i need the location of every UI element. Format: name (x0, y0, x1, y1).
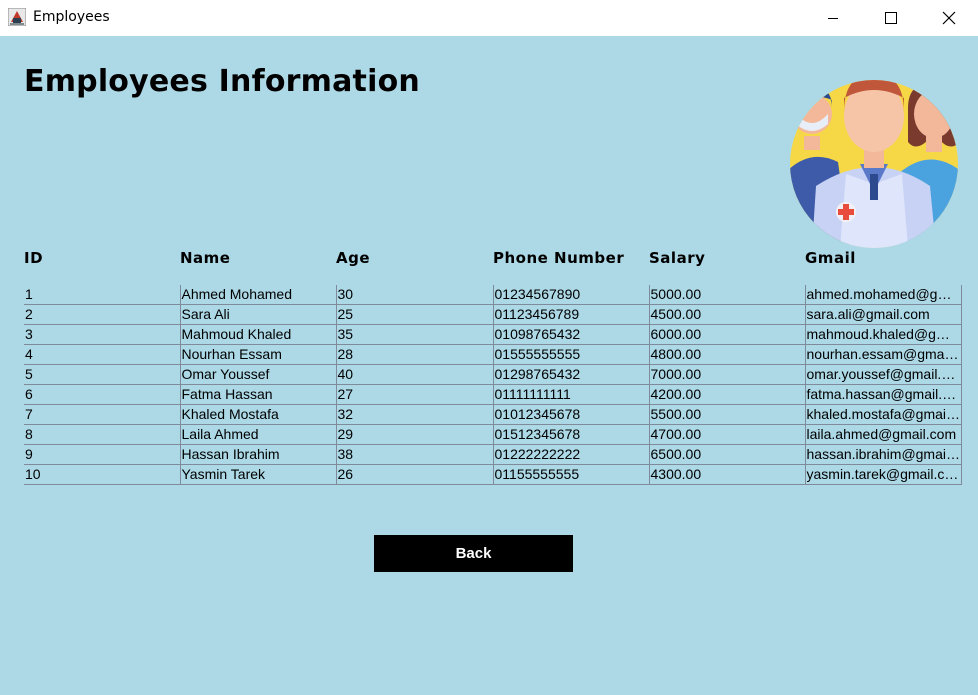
medical-staff-illustration (790, 80, 958, 248)
column-header-age: Age (336, 249, 371, 267)
cell-age[interactable]: 25 (336, 304, 494, 325)
close-icon (942, 11, 956, 25)
cell-salary[interactable]: 5000.00 (649, 285, 806, 305)
cell-gmail[interactable]: mahmoud.khaled@gmail.com (805, 324, 962, 345)
employees-table: 1 Ahmed Mohamed 30 01234567890 5000.00 ahmed.… (24, 285, 962, 485)
column-header-salary: Salary (649, 249, 706, 267)
minimize-icon (828, 18, 838, 19)
column-header-name: Name (180, 249, 231, 267)
cell-id[interactable]: 1 (24, 285, 181, 305)
cell-salary[interactable]: 4300.00 (649, 464, 806, 485)
cell-salary[interactable]: 6000.00 (649, 324, 806, 345)
table-row[interactable]: 4 Nourhan Essam 28 01555555555 4800.00 nourha… (24, 344, 962, 365)
cell-age[interactable]: 26 (336, 464, 494, 485)
cell-phone[interactable]: 01012345678 (493, 404, 650, 425)
cell-salary[interactable]: 4800.00 (649, 344, 806, 365)
cell-age[interactable]: 30 (336, 285, 494, 305)
cell-gmail[interactable]: sara.ali@gmail.com (805, 304, 962, 325)
cell-gmail[interactable]: yasmin.tarek@gmail.com (805, 464, 962, 485)
cell-phone[interactable]: 01155555555 (493, 464, 650, 485)
cell-name[interactable]: Mahmoud Khaled (180, 324, 337, 345)
cell-name[interactable]: Hassan Ibrahim (180, 444, 337, 465)
cell-phone[interactable]: 01098765432 (493, 324, 650, 345)
cell-salary[interactable]: 7000.00 (649, 364, 806, 385)
cell-salary[interactable]: 4500.00 (649, 304, 806, 325)
cell-salary[interactable]: 4200.00 (649, 384, 806, 405)
cell-id[interactable]: 9 (24, 444, 181, 465)
cell-age[interactable]: 29 (336, 424, 494, 445)
table-row[interactable]: 6 Fatma Hassan 27 01111111111 4200.00 fatma.h… (24, 384, 962, 405)
cell-id[interactable]: 2 (24, 304, 181, 325)
cell-id[interactable]: 4 (24, 344, 181, 365)
cell-salary[interactable]: 4700.00 (649, 424, 806, 445)
cell-id[interactable]: 3 (24, 324, 181, 345)
back-button[interactable]: Back (374, 535, 573, 572)
table-row[interactable]: 2 Sara Ali 25 01123456789 4500.00 sara.ali@gm… (24, 304, 962, 325)
cell-age[interactable]: 32 (336, 404, 494, 425)
cell-id[interactable]: 5 (24, 364, 181, 385)
cell-age[interactable]: 40 (336, 364, 494, 385)
close-button[interactable] (920, 0, 978, 36)
cell-gmail[interactable]: khaled.mostafa@gmail.com (805, 404, 962, 425)
java-app-icon (8, 8, 26, 26)
cell-phone[interactable]: 01512345678 (493, 424, 650, 445)
column-header-phone: Phone Number (493, 249, 625, 267)
cell-name[interactable]: Nourhan Essam (180, 344, 337, 365)
cell-phone[interactable]: 01123456789 (493, 304, 650, 325)
cell-name[interactable]: Fatma Hassan (180, 384, 337, 405)
cell-gmail[interactable]: nourhan.essam@gmail.com (805, 344, 962, 365)
table-row[interactable]: 9 Hassan Ibrahim 38 01222222222 6500.00 hassa… (24, 444, 962, 465)
main-panel: Employees Information ID Name Age Phone … (0, 36, 978, 695)
table-row[interactable]: 1 Ahmed Mohamed 30 01234567890 5000.00 ahmed.… (24, 285, 962, 305)
page-title: Employees Information (24, 64, 420, 99)
cell-phone[interactable]: 01298765432 (493, 364, 650, 385)
cell-salary[interactable]: 6500.00 (649, 444, 806, 465)
cell-phone[interactable]: 01555555555 (493, 344, 650, 365)
cell-age[interactable]: 27 (336, 384, 494, 405)
cell-name[interactable]: Laila Ahmed (180, 424, 337, 445)
cell-gmail[interactable]: ahmed.mohamed@gmail.com (805, 285, 962, 305)
cell-gmail[interactable]: laila.ahmed@gmail.com (805, 424, 962, 445)
maximize-icon (885, 12, 897, 24)
cell-id[interactable]: 10 (24, 464, 181, 485)
cell-age[interactable]: 35 (336, 324, 494, 345)
table-row[interactable]: 3 Mahmoud Khaled 35 01098765432 6000.00 mahmo… (24, 324, 962, 345)
maximize-button[interactable] (862, 0, 920, 36)
table-row[interactable]: 10 Yasmin Tarek 26 01155555555 4300.00 yasmin… (24, 464, 962, 485)
cell-id[interactable]: 6 (24, 384, 181, 405)
table-row[interactable]: 8 Laila Ahmed 29 01512345678 4700.00 laila.ah… (24, 424, 962, 445)
cell-age[interactable]: 38 (336, 444, 494, 465)
column-header-gmail: Gmail (805, 249, 856, 267)
title-bar: Employees (0, 0, 978, 36)
cell-id[interactable]: 7 (24, 404, 181, 425)
employees-table-body: 1 Ahmed Mohamed 30 01234567890 5000.00 ahmed.… (24, 285, 962, 485)
cell-phone[interactable]: 01234567890 (493, 285, 650, 305)
table-row[interactable]: 7 Khaled Mostafa 32 01012345678 5500.00 khale… (24, 404, 962, 425)
cell-gmail[interactable]: omar.youssef@gmail.com (805, 364, 962, 385)
minimize-button[interactable] (804, 0, 862, 36)
window-title: Employees (33, 9, 110, 25)
cell-salary[interactable]: 5500.00 (649, 404, 806, 425)
cell-name[interactable]: Khaled Mostafa (180, 404, 337, 425)
cell-id[interactable]: 8 (24, 424, 181, 445)
cell-phone[interactable]: 01222222222 (493, 444, 650, 465)
table-row[interactable]: 5 Omar Youssef 40 01298765432 7000.00 omar.yo… (24, 364, 962, 385)
cell-age[interactable]: 28 (336, 344, 494, 365)
cell-name[interactable]: Yasmin Tarek (180, 464, 337, 485)
cell-gmail[interactable]: hassan.ibrahim@gmail.com (805, 444, 962, 465)
cell-gmail[interactable]: fatma.hassan@gmail.com (805, 384, 962, 405)
column-header-id: ID (24, 249, 44, 267)
cell-phone[interactable]: 01111111111 (493, 384, 650, 405)
cell-name[interactable]: Omar Youssef (180, 364, 337, 385)
cell-name[interactable]: Sara Ali (180, 304, 337, 325)
cell-name[interactable]: Ahmed Mohamed (180, 285, 337, 305)
